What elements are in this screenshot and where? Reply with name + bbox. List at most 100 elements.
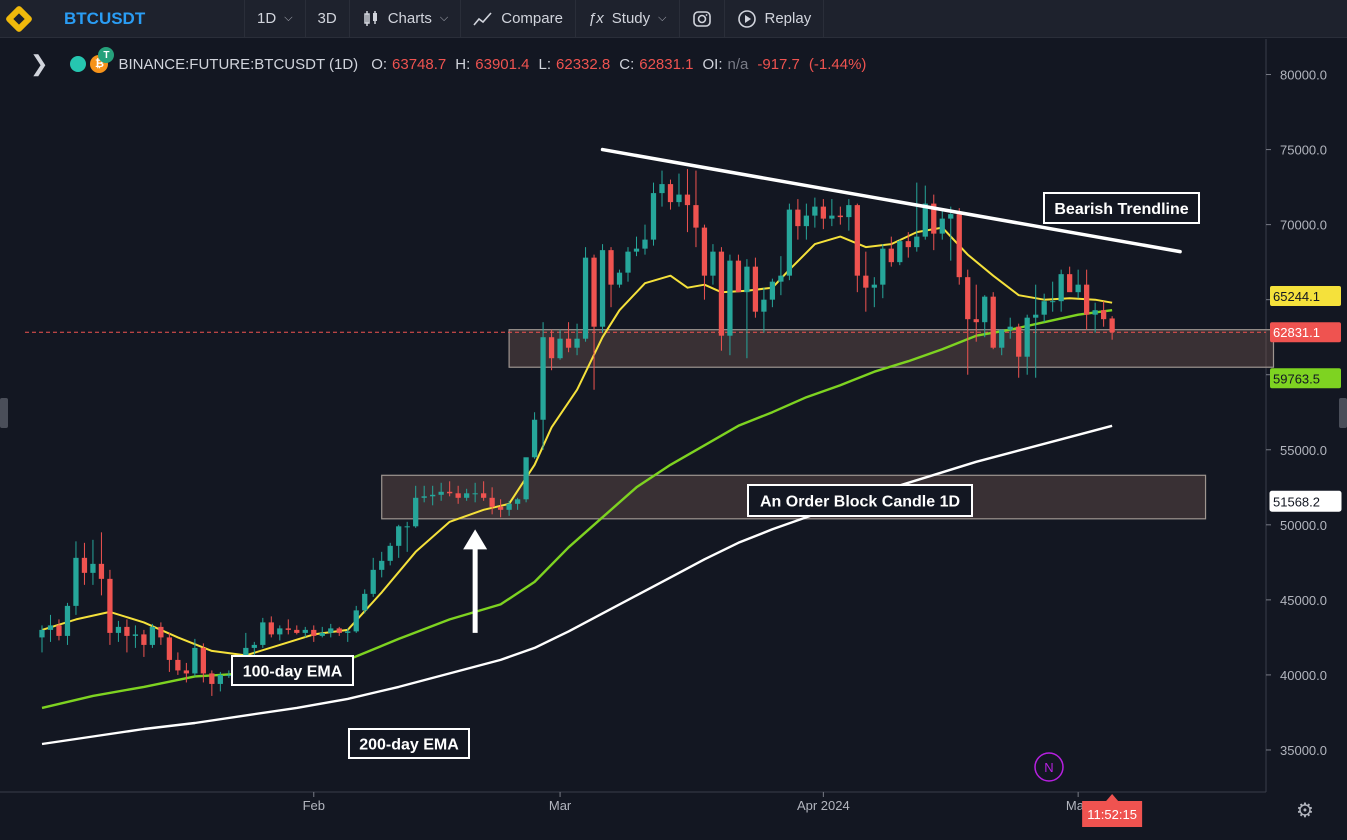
order-block-zone (508, 329, 1275, 368)
candle-body (362, 593, 368, 611)
candle-body (396, 526, 402, 546)
candle-body (735, 260, 742, 293)
candle-body (710, 251, 716, 276)
candle-body (56, 625, 62, 636)
open-label: O: (371, 55, 388, 73)
oi-value: n/a (727, 55, 749, 73)
price-tick-label: 50000.0 (1280, 518, 1327, 533)
candle-body (531, 419, 538, 458)
candle-body (1067, 274, 1073, 293)
trendline-label: Bearish Trendline (1054, 201, 1188, 218)
settings-gear-icon[interactable]: ⚙ (1294, 800, 1316, 822)
price-label-value: 65244.1 (1273, 289, 1320, 304)
candle-body (455, 493, 461, 498)
replay-icon (737, 9, 756, 28)
close-label: C: (619, 55, 635, 73)
candle-body (744, 266, 750, 293)
right-panel-handle[interactable] (1339, 398, 1347, 428)
candle-body (625, 251, 631, 273)
tether-icon: T (98, 47, 115, 63)
chevron-down-icon: ⌵ (439, 12, 449, 24)
replay-button[interactable]: Replay (723, 0, 825, 38)
candle-body (608, 250, 614, 285)
candle-body (1033, 314, 1039, 318)
study-dropdown[interactable]: ƒx Study ⌵ (574, 0, 679, 38)
study-label: Study (611, 10, 651, 27)
price-chart[interactable]: Bearish Trendline An Order Block Candle 1… (0, 39, 1347, 840)
candle-body (345, 631, 351, 633)
candle-body (557, 338, 563, 359)
candle-body (863, 275, 869, 288)
candle-body (701, 227, 708, 276)
candle-body (1100, 310, 1107, 320)
change-value: -917.7 (757, 55, 800, 73)
candle-body (124, 626, 130, 636)
candle-body (480, 493, 487, 498)
candle-body (905, 241, 911, 248)
candle-body (328, 628, 334, 633)
candle-body (693, 205, 699, 228)
candle-body (132, 634, 139, 636)
price-label-value: 51568.2 (1273, 494, 1320, 509)
candle-body (880, 248, 886, 285)
price-label-value: 59763.5 (1273, 371, 1320, 386)
event-marker-letter: N (1044, 760, 1053, 775)
interval-dropdown[interactable]: 1D ⌵ (244, 0, 305, 38)
fx-icon: ƒx (587, 10, 604, 27)
screenshot-button[interactable] (678, 0, 724, 38)
candles-icon (363, 10, 377, 26)
compare-label: Compare (501, 10, 563, 27)
candle-body (973, 319, 979, 323)
candle-body (447, 491, 453, 494)
price-label-value: 62831.1 (1273, 325, 1320, 340)
candle-body (149, 626, 156, 645)
price-tick-label: 45000.0 (1280, 593, 1327, 608)
change-percent: (-1.44%) (808, 55, 867, 73)
candle-body (421, 496, 427, 498)
candle-body (183, 670, 190, 674)
ema-100-label: 100-day EMA (243, 663, 343, 680)
candle-body (311, 629, 317, 636)
charts-dropdown[interactable]: Charts ⌵ (348, 0, 461, 38)
candle-body (990, 296, 996, 348)
price-tick-label: 40000.0 (1280, 668, 1327, 683)
countdown-label: 11:52:15 (1087, 807, 1137, 822)
candle-body (599, 250, 606, 327)
candle-body (73, 557, 79, 606)
candle-body (999, 329, 1005, 348)
candle-body (1092, 310, 1098, 315)
candle-body (1058, 274, 1064, 302)
candle-body (854, 205, 860, 276)
btc-usdt-icon: ₿ T (90, 47, 115, 73)
compare-button[interactable]: Compare (460, 0, 575, 38)
candle-body (948, 214, 954, 219)
candle-body (965, 277, 971, 320)
time-tick-label: Mar (549, 798, 572, 813)
candle-body (548, 337, 555, 359)
close-value: 62831.1 (639, 55, 694, 73)
candle-body (413, 497, 419, 527)
candle-body (506, 503, 512, 510)
candle-body (489, 497, 495, 507)
time-tick-label: Feb (303, 798, 325, 813)
candle-body (438, 491, 444, 495)
symbol-name[interactable]: BTCUSDT (64, 9, 244, 29)
open-value: 63748.7 (392, 55, 447, 73)
candle-body (39, 629, 45, 638)
candle-body (1075, 284, 1081, 293)
candle-body (778, 275, 784, 282)
candle-body (158, 626, 164, 638)
collapse-legend-icon[interactable]: ❯ (30, 51, 48, 77)
chevron-down-icon: ⌵ (658, 12, 667, 24)
chart-legend: ❯ ₿ T BINANCE:FUTURE:BTCUSDT (1D) O: 6374… (30, 47, 875, 77)
candle-body (319, 632, 325, 636)
candle-body (497, 506, 504, 510)
ema-200-label: 200-day EMA (359, 736, 459, 753)
left-panel-handle[interactable] (0, 398, 8, 428)
candle-body (1016, 326, 1022, 357)
top-toolbar: BTCUSDT 1D ⌵ 3D Charts ⌵ Compare ƒx Stud… (0, 0, 1347, 38)
binance-logo-icon[interactable] (0, 0, 38, 38)
candle-body (667, 184, 674, 203)
interval-3d-button[interactable]: 3D (304, 0, 349, 38)
candle-body (684, 194, 691, 206)
